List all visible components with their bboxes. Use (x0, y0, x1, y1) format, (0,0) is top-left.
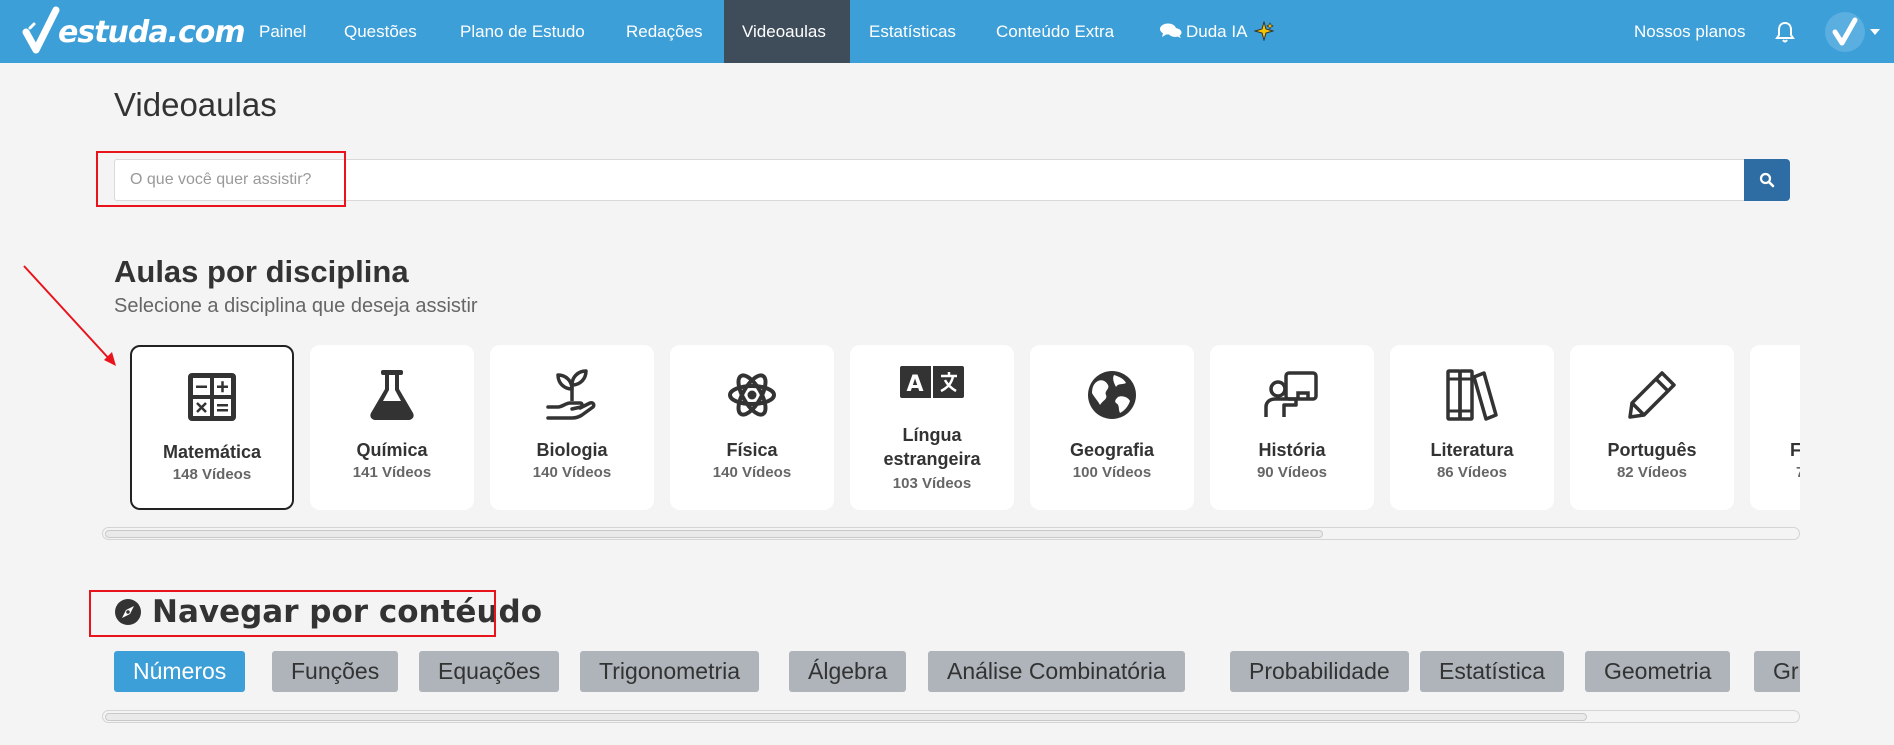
content-pills-scroll-thumb[interactable] (105, 713, 1587, 721)
disciplines-scrollbar[interactable] (102, 527, 1800, 540)
discipline-card-geografia[interactable]: Geografia 100 Vídeos (1030, 345, 1194, 510)
books-icon (1446, 369, 1498, 421)
discipline-card-fisica[interactable]: Física 140 Vídeos (670, 345, 834, 510)
atom-icon (728, 373, 776, 417)
user-avatar[interactable] (1825, 12, 1865, 52)
discipline-card-lingua-estrangeira[interactable]: A Língua estrangeira 103 Vídeos (850, 345, 1014, 510)
language-icon: A (900, 366, 964, 398)
pill-estatistica[interactable]: Estatística (1420, 651, 1565, 692)
discipline-count: 82 Vídeos (1616, 464, 1688, 481)
discipline-count: 148 Vídeos (172, 466, 252, 483)
discipline-name: Matemática (162, 442, 262, 462)
discipline-card-matematica[interactable]: Matemática 148 Vídeos (130, 345, 294, 510)
chat-bubbles-icon (1160, 23, 1182, 38)
discipline-count: 141 Vídeos (352, 464, 432, 481)
user-menu-caret-icon[interactable] (1870, 29, 1880, 35)
disciplines-scroll-thumb[interactable] (105, 530, 1323, 538)
pill-algebra[interactable]: Álgebra (789, 651, 907, 692)
discipline-card-partial[interactable]: F 7 (1750, 345, 1800, 510)
discipline-name: Física (726, 440, 778, 460)
discipline-cards-carousel: Matemática 148 Vídeos Química 141 Vídeos… (128, 345, 1800, 513)
discipline-name: F (1790, 440, 1800, 460)
avatar-check-icon (1832, 17, 1858, 46)
pill-trigonometria[interactable]: Trigonometria (580, 651, 760, 692)
seedling-hand-icon (546, 369, 596, 420)
search-input[interactable] (114, 159, 1744, 201)
content-pills-carousel: Números Funções Equações Trigonometria Á… (114, 651, 1800, 695)
our-plans-link[interactable]: Nossos planos (1634, 0, 1746, 63)
notification-bell-icon[interactable] (1775, 21, 1795, 43)
pill-funcoes[interactable]: Funções (272, 651, 399, 692)
search-icon (1759, 172, 1775, 188)
annotation-arrow (23, 265, 116, 366)
nav-item-redacoes[interactable]: Redações (608, 0, 721, 63)
nav-item-duda-ia[interactable]: Duda IA (1142, 0, 1292, 63)
nav-item-painel[interactable]: Painel (241, 0, 324, 63)
annotation-box-content-nav (89, 590, 496, 637)
pill-geometria[interactable]: Geometria (1585, 651, 1731, 692)
nav-item-plano-de-estudo[interactable]: Plano de Estudo (442, 0, 603, 63)
content-pills-scrollbar[interactable] (102, 710, 1800, 723)
nav-item-videoaulas[interactable]: Videoaulas (724, 0, 850, 63)
discipline-count: 7 (1796, 464, 1800, 481)
discipline-card-literatura[interactable]: Literatura 86 Vídeos (1390, 345, 1554, 510)
discipline-count: 103 Vídeos (892, 475, 972, 492)
flask-icon (370, 370, 414, 420)
nav-item-questoes[interactable]: Questões (326, 0, 435, 63)
discipline-name: Português (1607, 440, 1697, 460)
discipline-count: 90 Vídeos (1256, 464, 1328, 481)
svg-text:A: A (906, 372, 923, 397)
discipline-name: Literatura (1430, 440, 1514, 460)
teacher-board-icon (1264, 371, 1318, 417)
discipline-count: 140 Vídeos (532, 464, 612, 481)
disciplines-subtitle: Selecione a disciplina que deseja assist… (114, 295, 478, 317)
pill-numeros[interactable]: Números (114, 651, 246, 692)
disciplines-title: Aulas por disciplina (114, 254, 409, 289)
discipline-name: Química (356, 440, 428, 460)
pencil-icon (1628, 371, 1676, 419)
discipline-count: 100 Vídeos (1072, 464, 1152, 481)
pill-partial[interactable]: Gr (1754, 651, 1800, 692)
sparkle-icon (1253, 20, 1276, 42)
discipline-card-historia[interactable]: História 90 Vídeos (1210, 345, 1374, 510)
discipline-name: Língua estrangeira (883, 425, 981, 469)
nav-item-estatisticas[interactable]: Estatísticas (851, 0, 974, 63)
discipline-count: 86 Vídeos (1436, 464, 1508, 481)
top-navbar: estuda.com Painel Questões Plano de Estu… (0, 0, 1894, 63)
pill-equacoes[interactable]: Equações (419, 651, 560, 692)
nav-item-conteudo-extra[interactable]: Conteúdo Extra (978, 0, 1132, 63)
search-bar (114, 159, 1790, 201)
discipline-name: História (1258, 440, 1326, 460)
pill-analise-combinatoria[interactable]: Análise Combinatória (928, 651, 1185, 692)
discipline-count: 140 Vídeos (712, 464, 792, 481)
discipline-card-biologia[interactable]: Biologia 140 Vídeos (490, 345, 654, 510)
search-button[interactable] (1744, 159, 1790, 201)
pill-probabilidade[interactable]: Probabilidade (1230, 651, 1409, 692)
calculator-icon (188, 373, 236, 421)
globe-icon (1088, 371, 1136, 419)
duda-ia-label: Duda IA (1186, 22, 1247, 41)
discipline-name: Geografia (1069, 440, 1155, 460)
discipline-card-quimica[interactable]: Química 141 Vídeos (310, 345, 474, 510)
discipline-card-portugues[interactable]: Português 82 Vídeos (1570, 345, 1734, 510)
discipline-name: Biologia (536, 440, 608, 460)
